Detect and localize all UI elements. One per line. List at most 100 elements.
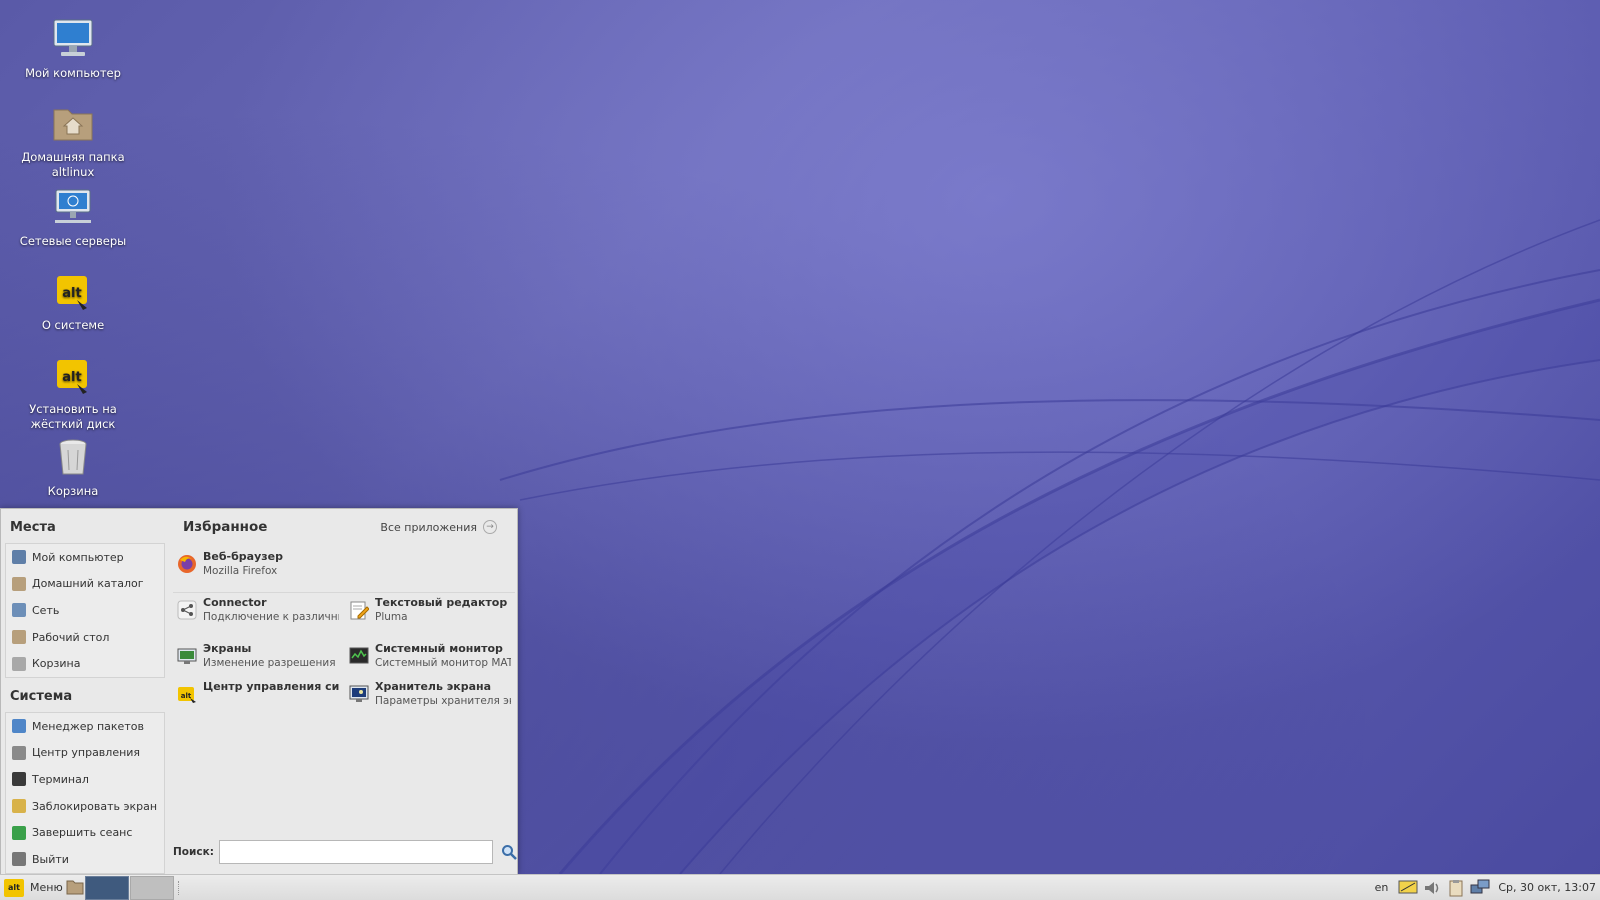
- display-settings-icon[interactable]: [1398, 879, 1418, 897]
- app-name: Центр управления сист...: [203, 680, 339, 693]
- trash-icon: [12, 656, 26, 671]
- desktop-folder-icon: [12, 630, 26, 645]
- workspace-2[interactable]: [130, 876, 174, 900]
- computer-icon: [51, 18, 95, 62]
- desktop-icon-my-computer[interactable]: Мой компьютер: [18, 18, 128, 81]
- desktop-icon-about-system[interactable]: alt О системе: [18, 270, 128, 333]
- desktop-icon-trash[interactable]: Корзина: [18, 436, 128, 499]
- app-desc: Изменение разрешения ...: [203, 657, 339, 669]
- system-tray: en Ср, 30 окт, 13:07: [1375, 875, 1596, 900]
- network-icon[interactable]: [1470, 879, 1490, 897]
- app-name: Экраны: [203, 642, 252, 655]
- desktop-icon-home-folder[interactable]: Домашняя папка altlinux: [18, 102, 128, 180]
- panel-handle[interactable]: [178, 881, 181, 895]
- favorites-section: Избранное Все приложения → Веб-браузер M…: [171, 509, 517, 875]
- file-manager-launcher-icon[interactable]: [66, 879, 84, 895]
- basealt-logo-icon: alt: [51, 270, 95, 314]
- search-label: Поиск:: [173, 846, 214, 858]
- package-manager-icon: [12, 719, 26, 734]
- computer-icon: [12, 550, 26, 565]
- app-desc: Mozilla Firefox: [203, 565, 278, 577]
- desktop-icon-label: Домашняя папка altlinux: [21, 150, 125, 179]
- place-trash[interactable]: Корзина: [6, 650, 164, 677]
- search-icon[interactable]: [501, 844, 517, 860]
- place-network[interactable]: Сеть: [6, 597, 164, 624]
- place-home-folder[interactable]: Домашний каталог: [6, 571, 164, 598]
- system-control-center[interactable]: Центр управления: [6, 740, 164, 767]
- place-label: Мой компьютер: [32, 550, 124, 564]
- displays-icon: [177, 646, 197, 666]
- taskbar: alt Меню en Ср, 30 окт, 13:07: [0, 874, 1600, 900]
- terminal-icon: [12, 772, 26, 787]
- system-label: Менеджер пакетов: [32, 719, 144, 733]
- system-logout[interactable]: Завершить сеанс: [6, 819, 164, 846]
- favorites-title: Избранное: [183, 519, 268, 535]
- connector-icon: [177, 600, 197, 620]
- system-terminal[interactable]: Терминал: [6, 766, 164, 793]
- app-desc: Pluma: [375, 611, 408, 623]
- app-desc: Подключение к различны...: [203, 611, 339, 623]
- svg-text:alt: alt: [62, 286, 81, 301]
- trash-icon: [51, 436, 95, 480]
- system-package-manager[interactable]: Менеджер пакетов: [6, 713, 164, 740]
- search-input[interactable]: [218, 840, 493, 864]
- basealt-logo-icon: alt: [4, 878, 24, 897]
- app-name: Системный монитор: [375, 642, 503, 655]
- place-desktop[interactable]: Рабочий стол: [6, 624, 164, 651]
- menu-button[interactable]: alt Меню: [2, 875, 69, 900]
- app-name: Текстовый редактор: [375, 596, 508, 609]
- workspace-1[interactable]: [85, 876, 129, 900]
- system-lock-screen[interactable]: Заблокировать экран: [6, 793, 164, 820]
- system-label: Заблокировать экран: [32, 799, 158, 813]
- clock[interactable]: Ср, 30 окт, 13:07: [1498, 881, 1596, 894]
- text-editor-icon: [349, 600, 370, 620]
- app-name: Connector: [203, 596, 267, 609]
- installer-icon: alt: [51, 354, 95, 398]
- alt-control-center-icon: alt: [177, 684, 197, 704]
- svg-text:alt: alt: [181, 692, 192, 700]
- system-label: Выйти: [32, 852, 69, 866]
- menu-sidebar: Места Мой компьютер Домашний каталог Сет…: [1, 509, 165, 875]
- app-alt-control-center[interactable]: alt Центр управления сист...: [171, 675, 339, 719]
- desktop-icon-network-servers[interactable]: Сетевые серверы: [18, 186, 128, 249]
- place-label: Домашний каталог: [32, 577, 144, 591]
- system-monitor-icon: [349, 646, 369, 666]
- system-label: Центр управления: [32, 746, 141, 760]
- lock-screen-icon: [12, 799, 26, 814]
- network-servers-icon: [51, 186, 95, 230]
- desktop-icon-label: О системе: [41, 318, 105, 332]
- system-label: Завершить сеанс: [32, 826, 133, 840]
- home-folder-icon: [51, 102, 95, 146]
- system-label: Терминал: [32, 772, 89, 786]
- app-screensaver[interactable]: Хранитель экрана Параметры хранителя экр…: [343, 675, 511, 719]
- place-my-computer[interactable]: Мой компьютер: [6, 544, 164, 571]
- firefox-icon: [177, 554, 197, 574]
- places-title: Места: [10, 520, 56, 535]
- system-list: Менеджер пакетов Центр управления Термин…: [5, 711, 165, 874]
- all-apps-button[interactable]: Все приложения →: [380, 517, 497, 537]
- clipboard-icon[interactable]: [1446, 879, 1466, 897]
- quit-icon: [12, 852, 26, 867]
- all-apps-label: Все приложения: [380, 520, 477, 534]
- app-connector[interactable]: Connector Подключение к различны...: [171, 591, 339, 635]
- home-folder-icon: [12, 576, 26, 591]
- places-list: Мой компьютер Домашний каталог Сеть Рабо…: [5, 543, 165, 678]
- place-label: Рабочий стол: [32, 630, 110, 644]
- screensaver-icon: [349, 684, 369, 704]
- logout-icon: [12, 825, 26, 840]
- place-label: Сеть: [32, 603, 60, 617]
- app-text-editor[interactable]: Текстовый редактор Pluma: [343, 591, 511, 635]
- arrow-right-icon: →: [483, 520, 497, 534]
- desktop-icon-label: Мой компьютер: [25, 66, 121, 80]
- system-title: Система: [10, 688, 73, 704]
- app-desc: Системный монитор MATE: [375, 657, 511, 669]
- app-web-browser[interactable]: Веб-браузер Mozilla Firefox: [171, 545, 511, 589]
- app-name: Хранитель экрана: [375, 680, 492, 693]
- desktop-icon-install[interactable]: alt Установить на жёсткий диск: [18, 354, 128, 432]
- system-quit[interactable]: Выйти: [6, 846, 164, 873]
- control-center-icon: [12, 745, 26, 760]
- keyboard-layout-indicator[interactable]: en: [1375, 881, 1389, 894]
- desktop-icon-label: Сетевые серверы: [19, 234, 127, 248]
- search-row: Поиск:: [171, 839, 517, 865]
- volume-icon[interactable]: [1422, 879, 1442, 897]
